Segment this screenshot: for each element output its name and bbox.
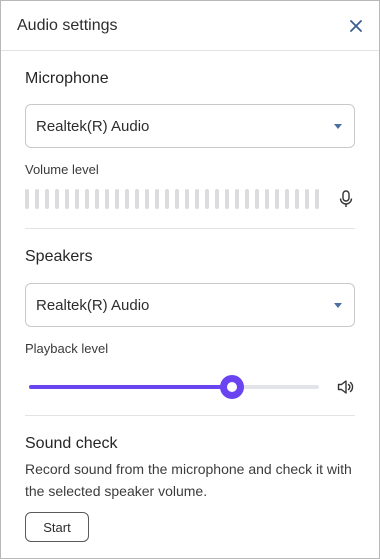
volume-meter-bar: [35, 189, 39, 209]
panel-header: Audio settings: [1, 1, 379, 51]
volume-meter-bar: [295, 189, 299, 209]
start-button[interactable]: Start: [25, 512, 89, 542]
volume-meter-bar: [85, 189, 89, 209]
volume-meter-bar: [75, 189, 79, 209]
volume-meter-bar: [305, 189, 309, 209]
volume-meter-bar: [65, 189, 69, 209]
playback-slider-thumb-center: [227, 382, 237, 392]
volume-meter-bar: [25, 189, 29, 209]
volume-meter-bar: [185, 189, 189, 209]
speaker-icon[interactable]: [337, 379, 355, 395]
volume-meter-bar: [195, 189, 199, 209]
close-icon: [350, 19, 362, 32]
volume-meter-bar: [205, 189, 209, 209]
volume-meter-bar: [285, 189, 289, 209]
volume-meter: [25, 189, 355, 209]
chevron-down-icon: [334, 124, 342, 129]
volume-meter-bar: [315, 189, 319, 209]
divider: [25, 415, 355, 416]
microphone-device-select[interactable]: Realtek(R) Audio: [25, 104, 355, 148]
volume-meter-bar: [265, 189, 269, 209]
volume-meter-bar: [235, 189, 239, 209]
volume-meter-bar: [125, 189, 129, 209]
playback-slider-fill: [29, 385, 232, 389]
close-button[interactable]: [347, 17, 365, 35]
volume-meter-bar: [175, 189, 179, 209]
sound-check-description: Record sound from the microphone and che…: [25, 461, 352, 499]
volume-meter-bar: [145, 189, 149, 209]
volume-meter-bar: [105, 189, 109, 209]
volume-meter-bar: [165, 189, 169, 209]
volume-meter-bar: [115, 189, 119, 209]
audio-settings-panel: Audio settings Microphone Realtek(R) Aud…: [0, 0, 380, 559]
playback-level-label: Playback level: [25, 341, 109, 356]
volume-meter-bar: [135, 189, 139, 209]
sound-check-section-title: Sound check: [25, 435, 118, 452]
speakers-device-value: Realtek(R) Audio: [36, 296, 150, 314]
microphone-section-title: Microphone: [25, 70, 109, 87]
volume-meter-bar: [215, 189, 219, 209]
volume-meter-bars: [25, 189, 319, 209]
panel-title: Audio settings: [17, 16, 118, 34]
volume-meter-bar: [245, 189, 249, 209]
panel-content: Microphone Realtek(R) Audio Volume level…: [1, 70, 379, 542]
microphone-device-value: Realtek(R) Audio: [36, 117, 150, 135]
volume-meter-bar: [95, 189, 99, 209]
volume-meter-bar: [55, 189, 59, 209]
volume-meter-bar: [275, 189, 279, 209]
volume-meter-bar: [155, 189, 159, 209]
playback-slider-row: [25, 375, 355, 399]
playback-slider[interactable]: [29, 375, 319, 399]
volume-meter-bar: [45, 189, 49, 209]
microphone-icon: [339, 190, 353, 207]
speakers-device-select[interactable]: Realtek(R) Audio: [25, 283, 355, 327]
volume-meter-bar: [255, 189, 259, 209]
divider: [25, 228, 355, 229]
chevron-down-icon: [334, 303, 342, 308]
playback-slider-thumb[interactable]: [220, 375, 244, 399]
volume-level-label: Volume level: [25, 162, 99, 177]
speakers-section-title: Speakers: [25, 248, 93, 265]
volume-meter-bar: [225, 189, 229, 209]
